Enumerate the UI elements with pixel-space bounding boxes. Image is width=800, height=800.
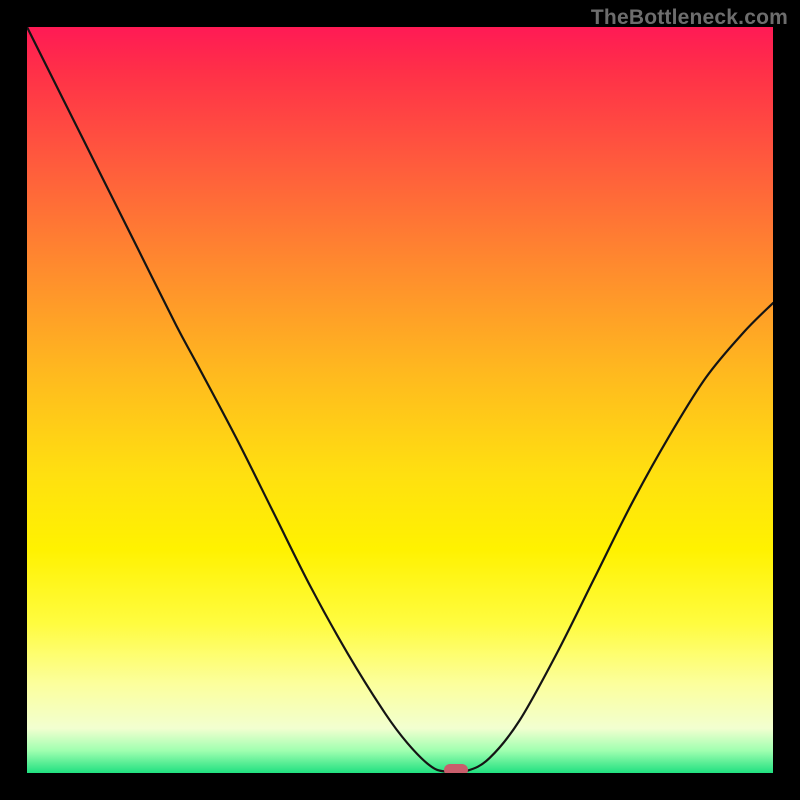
chart-container: TheBottleneck.com bbox=[0, 0, 800, 800]
bottleneck-curve bbox=[27, 27, 773, 772]
curve-svg bbox=[27, 27, 773, 773]
optimal-marker bbox=[444, 764, 468, 773]
plot-area bbox=[27, 27, 773, 773]
